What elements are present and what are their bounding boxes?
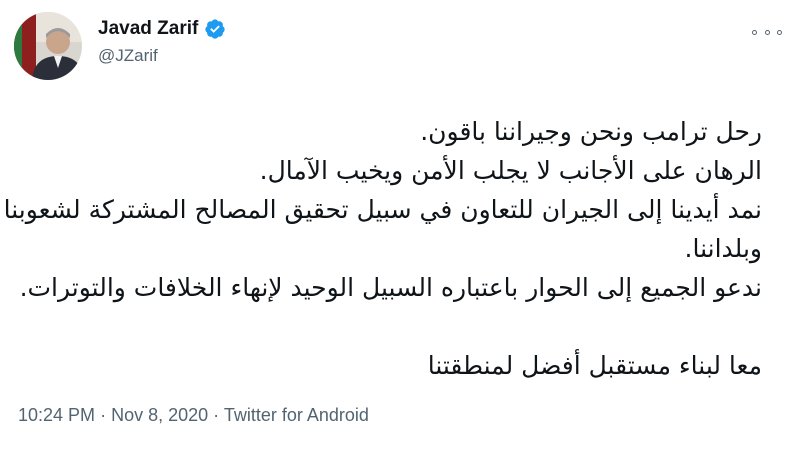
- tweet-line: معا لبناء مستقبل أفضل لمنطقتنا: [427, 351, 762, 380]
- name-row: Javad Zarif: [98, 18, 226, 40]
- verified-badge-icon: [204, 18, 226, 40]
- more-dot: [764, 29, 770, 35]
- more-dot: [752, 29, 757, 35]
- meta-separator: ·: [213, 405, 220, 425]
- tweet-date[interactable]: Nov 8, 2020: [111, 405, 208, 425]
- tweet-metadata: 10:24 PM · Nov 8, 2020 · Twitter for And…: [18, 405, 369, 426]
- author-avatar[interactable]: [14, 12, 82, 80]
- tweet-time[interactable]: 10:24 PM: [18, 405, 95, 425]
- author-display-name[interactable]: Javad Zarif: [98, 18, 198, 40]
- tweet-text: رحل ترامب ونحن وجيراننا باقون. الرهان عل…: [3, 112, 762, 385]
- tweet-source[interactable]: Twitter for Android: [224, 405, 369, 425]
- author-handle[interactable]: @JZarif: [98, 46, 226, 66]
- more-options-icon[interactable]: [752, 24, 782, 40]
- tweet-line: ندعو الجميع إلى الحوار باعتباره السبيل ا…: [19, 273, 762, 302]
- more-dot: [777, 29, 782, 35]
- meta-separator: ·: [100, 405, 107, 425]
- tweet-card: Javad Zarif @JZarif رحل ترامب ونحن وجيرا…: [0, 0, 800, 450]
- tweet-line: نمد أيدينا إلى الجيران للتعاون في سبيل ت…: [3, 195, 762, 224]
- tweet-line: وبلداننا.: [684, 234, 762, 263]
- avatar-photo: [14, 12, 82, 80]
- author-info: Javad Zarif @JZarif: [98, 18, 226, 66]
- tweet-line: الرهان على الأجانب لا يجلب الأمن ويخيب ا…: [259, 156, 762, 185]
- tweet-line: رحل ترامب ونحن وجيراننا باقون.: [420, 117, 762, 146]
